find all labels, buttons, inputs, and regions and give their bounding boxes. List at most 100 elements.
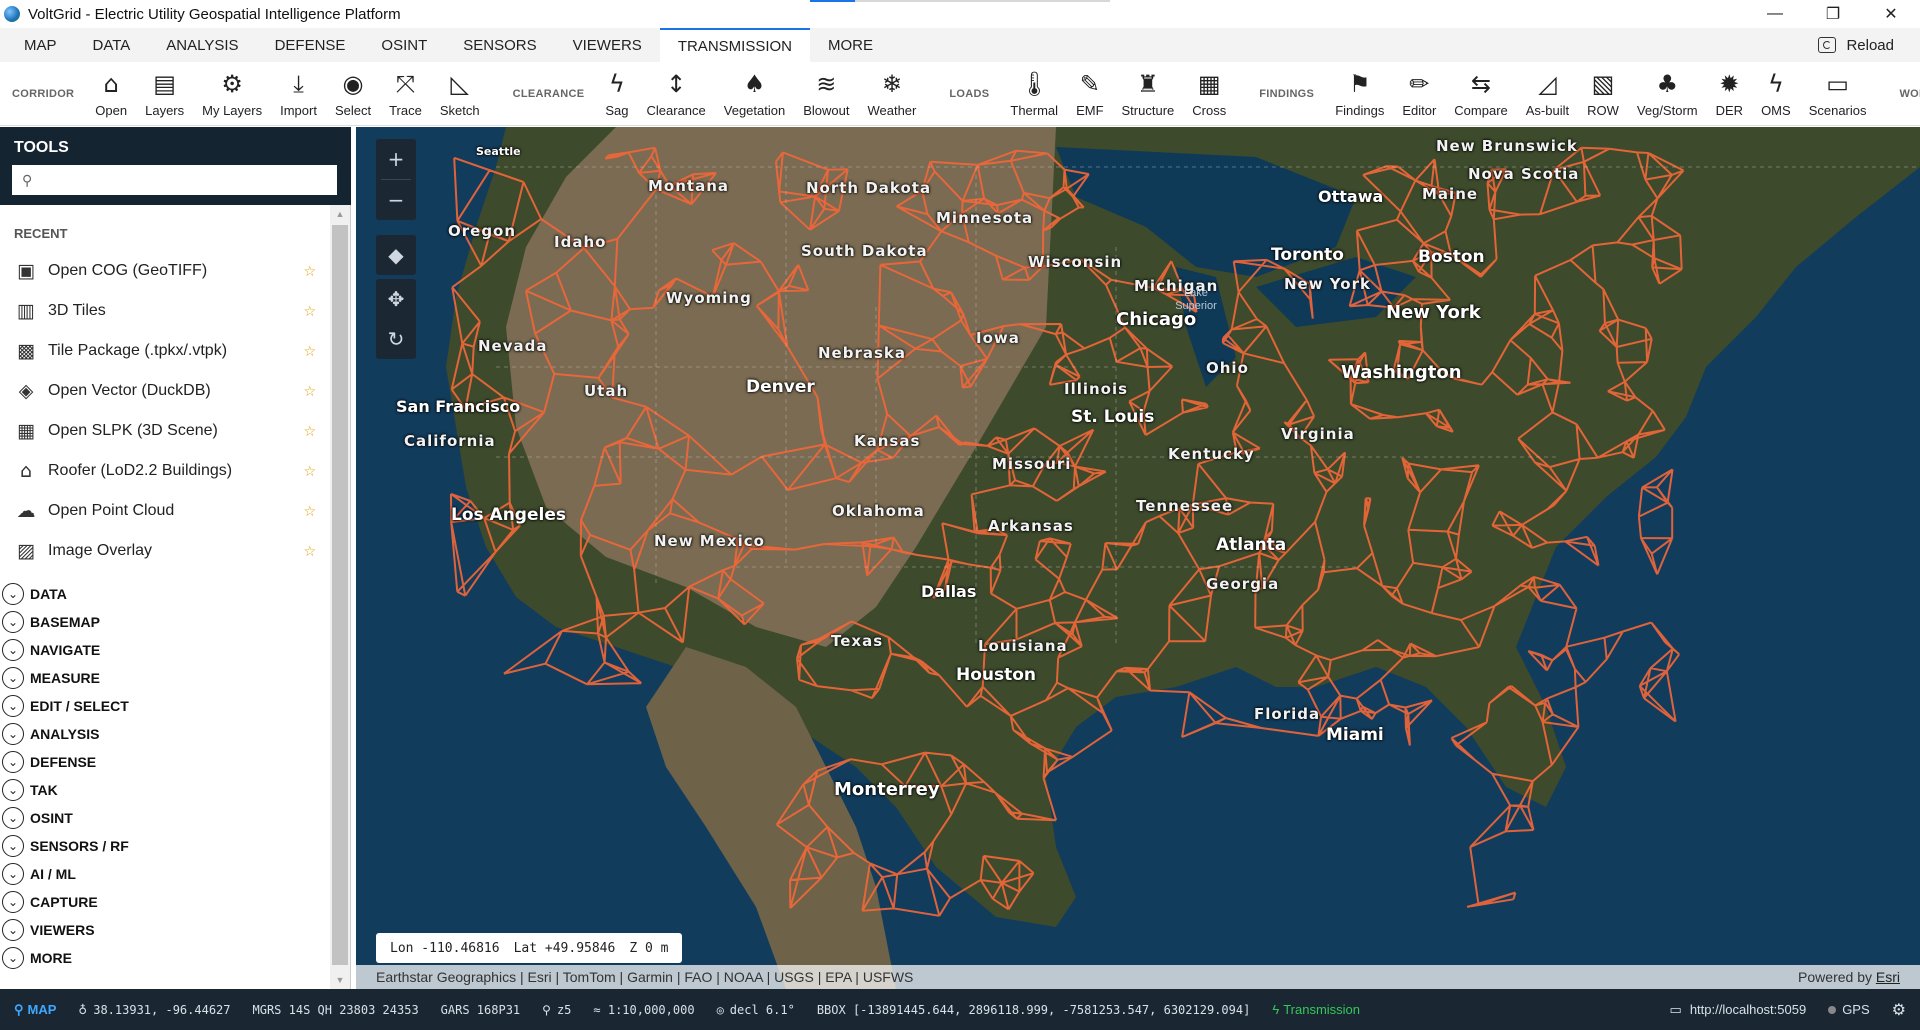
ribbon-button-trace[interactable]: ⤧ Trace xyxy=(380,64,431,124)
recent-item-open-slpk-3d-scene[interactable]: ▦ Open SLPK (3D Scene) ☆ xyxy=(0,411,330,451)
server-status: ▭ http://localhost:5059 xyxy=(1670,1002,1807,1018)
cursor-coords-value: 38.13931, -96.44627 xyxy=(93,1002,231,1017)
restore-button[interactable]: ❐ xyxy=(1804,0,1862,28)
ribbon-button-label: Clearance xyxy=(646,103,706,118)
category-osint[interactable]: ⌄ OSINT xyxy=(0,804,330,832)
compass-icon[interactable]: ◆ xyxy=(376,235,416,275)
pan-icon[interactable]: ✥ xyxy=(376,279,416,319)
menu-bar: MAP DATA ANALYSIS DEFENSE OSINT SENSORS VIEWER… xyxy=(0,28,1920,62)
ribbon-button-sketch[interactable]: ◺ Sketch xyxy=(431,64,489,124)
category-more[interactable]: ⌄ MORE xyxy=(0,944,330,972)
ribbon-button-blowout[interactable]: ≋ Blowout xyxy=(794,64,858,124)
menu-tab-more[interactable]: MORE xyxy=(810,28,891,62)
rotate-icon[interactable]: ↻ xyxy=(376,319,416,359)
ribbon-button-select[interactable]: ◉ Select xyxy=(326,64,380,124)
map-view[interactable]: Seattle San Francisco Los Angeles Denver Dal… xyxy=(356,127,1920,989)
ribbon-button-editor[interactable]: ✏ Editor xyxy=(1393,64,1445,124)
star-icon[interactable]: ☆ xyxy=(303,263,316,280)
recent-item-open-vector-duckdb[interactable]: ◈ Open Vector (DuckDB) ☆ xyxy=(0,371,330,411)
chevron-down-icon: ⌄ xyxy=(2,835,24,857)
ribbon-button-sag[interactable]: ϟ Sag xyxy=(596,64,637,124)
star-icon[interactable]: ☆ xyxy=(303,543,316,560)
star-icon[interactable]: ☆ xyxy=(303,463,316,480)
menu-tab-sensors[interactable]: SENSORS xyxy=(445,28,554,62)
ribbon-button-layers[interactable]: ▤ Layers xyxy=(136,64,193,124)
active-module[interactable]: ϟ Transmission xyxy=(1272,1002,1360,1017)
category-sensors-rf[interactable]: ⌄ SENSORS / RF xyxy=(0,832,330,860)
ribbon-button-der[interactable]: ✹ DER xyxy=(1707,64,1752,124)
chevron-down-icon: ⌄ xyxy=(2,667,24,689)
ribbon-button-vegetation[interactable]: ♠ Vegetation xyxy=(715,64,794,124)
coordinate-readout: Lon -110.46816 Lat +49.95846 Z 0 m xyxy=(376,933,683,963)
ribbon-button-as-built[interactable]: ◿ As-built xyxy=(1517,64,1578,124)
scroll-down-icon[interactable]: ▼ xyxy=(330,971,350,989)
menu-tab-analysis[interactable]: ANALYSIS xyxy=(148,28,256,62)
ribbon-button-structure[interactable]: ♜ Structure xyxy=(1113,64,1184,124)
recent-list: ▣ Open COG (GeoTIFF) ☆ ▥ 3D Tiles ☆ ▩ Tile Pack… xyxy=(0,251,330,571)
ribbon-button-clearance[interactable]: ↕ Clearance xyxy=(638,64,715,124)
ribbon-button-emf[interactable]: ✎ EMF xyxy=(1067,64,1112,124)
recent-item-image-overlay[interactable]: ▨ Image Overlay ☆ xyxy=(0,531,330,571)
ribbon-button-thermal[interactable]: 🌡 Thermal xyxy=(1001,64,1067,124)
zoom-in-button[interactable]: + xyxy=(376,139,416,179)
menu-tab-map[interactable]: MAP xyxy=(6,28,75,62)
star-icon[interactable]: ☆ xyxy=(303,383,316,400)
ribbon-button-label: Select xyxy=(334,103,372,118)
star-icon[interactable]: ☆ xyxy=(303,423,316,440)
zoom-out-button[interactable]: − xyxy=(376,180,416,220)
category-capture[interactable]: ⌄ CAPTURE xyxy=(0,888,330,916)
star-icon[interactable]: ☆ xyxy=(303,343,316,360)
ribbon-button-open[interactable]: ⌂ Open xyxy=(86,64,136,124)
recent-item-roofer-lod2-2-buildings[interactable]: ⌂ Roofer (LoD2.2 Buildings) ☆ xyxy=(0,451,330,491)
ribbon-button-veg-storm[interactable]: ♣ Veg/Storm xyxy=(1628,64,1707,124)
recent-item-open-point-cloud[interactable]: ☁ Open Point Cloud ☆ xyxy=(0,491,330,531)
recent-item-3d-tiles[interactable]: ▥ 3D Tiles ☆ xyxy=(0,291,330,331)
tools-search-input[interactable] xyxy=(38,166,329,194)
menu-tab-viewers[interactable]: VIEWERS xyxy=(555,28,660,62)
category-data[interactable]: ⌄ DATA xyxy=(0,580,330,608)
sidebar-scrollbar[interactable]: ▲ ▼ xyxy=(330,205,350,989)
category-tak[interactable]: ⌄ TAK xyxy=(0,776,330,804)
category-navigate[interactable]: ⌄ NAVIGATE xyxy=(0,636,330,664)
ribbon-button-scenarios[interactable]: ▭ Scenarios xyxy=(1800,64,1876,124)
chevron-down-icon: ⌄ xyxy=(2,863,24,885)
menu-tab-defense[interactable]: DEFENSE xyxy=(257,28,364,62)
menu-tab-transmission[interactable]: TRANSMISSION xyxy=(659,28,810,62)
close-button[interactable]: ✕ xyxy=(1862,0,1920,28)
category-measure[interactable]: ⌄ MEASURE xyxy=(0,664,330,692)
ribbon-button-my-layers[interactable]: ⚙ My Layers xyxy=(193,64,271,124)
category-label: DATA xyxy=(30,586,67,602)
pencil-icon: ✏ xyxy=(1409,70,1430,98)
category-basemap[interactable]: ⌄ BASEMAP xyxy=(0,608,330,636)
category-analysis[interactable]: ⌄ ANALYSIS xyxy=(0,720,330,748)
esri-link[interactable]: Esri xyxy=(1876,969,1900,985)
scroll-up-icon[interactable]: ▲ xyxy=(330,205,350,223)
category-viewers[interactable]: ⌄ VIEWERS xyxy=(0,916,330,944)
ribbon-button-row[interactable]: ▧ ROW xyxy=(1578,64,1628,124)
gear-icon: ⚙ xyxy=(221,70,243,98)
category-ai-ml[interactable]: ⌄ AI / ML xyxy=(0,860,330,888)
ribbon-button-import[interactable]: ⤓ Import xyxy=(271,64,326,124)
ribbon-button-oms[interactable]: ϟ OMS xyxy=(1752,64,1800,124)
map-mode-badge[interactable]: ⚲ MAP xyxy=(14,1002,56,1018)
minimize-button[interactable]: — xyxy=(1746,0,1804,28)
menu-tab-data[interactable]: DATA xyxy=(75,28,149,62)
settings-gear-icon[interactable]: ⚙ xyxy=(1892,1000,1906,1020)
reload-button[interactable]: Reload xyxy=(1818,28,1894,62)
category-edit-select[interactable]: ⌄ EDIT / SELECT xyxy=(0,692,330,720)
ribbon-button-findings[interactable]: ⚑ Findings xyxy=(1326,64,1393,124)
recent-item-tile-package-tpkx-vtpk[interactable]: ▩ Tile Package (.tpkx/.vtpk) ☆ xyxy=(0,331,330,371)
star-icon[interactable]: ☆ xyxy=(303,303,316,320)
ribbon-button-label: My Layers xyxy=(202,103,263,118)
star-icon[interactable]: ☆ xyxy=(303,503,316,520)
ribbon-button-cross[interactable]: ▦ Cross xyxy=(1183,64,1235,124)
ribbon-button-compare[interactable]: ⇆ Compare xyxy=(1445,64,1516,124)
ribbon-button-weather[interactable]: ❄ Weather xyxy=(858,64,925,124)
map-canvas[interactable] xyxy=(356,127,1920,989)
menu-tab-osint[interactable]: OSINT xyxy=(363,28,445,62)
ribbon-button-label: Open xyxy=(95,103,128,118)
recent-item-open-cog-geotiff[interactable]: ▣ Open COG (GeoTIFF) ☆ xyxy=(0,251,330,291)
scrollbar-thumb[interactable] xyxy=(332,225,348,965)
search-icon: ⚲ xyxy=(22,171,33,188)
category-defense[interactable]: ⌄ DEFENSE xyxy=(0,748,330,776)
